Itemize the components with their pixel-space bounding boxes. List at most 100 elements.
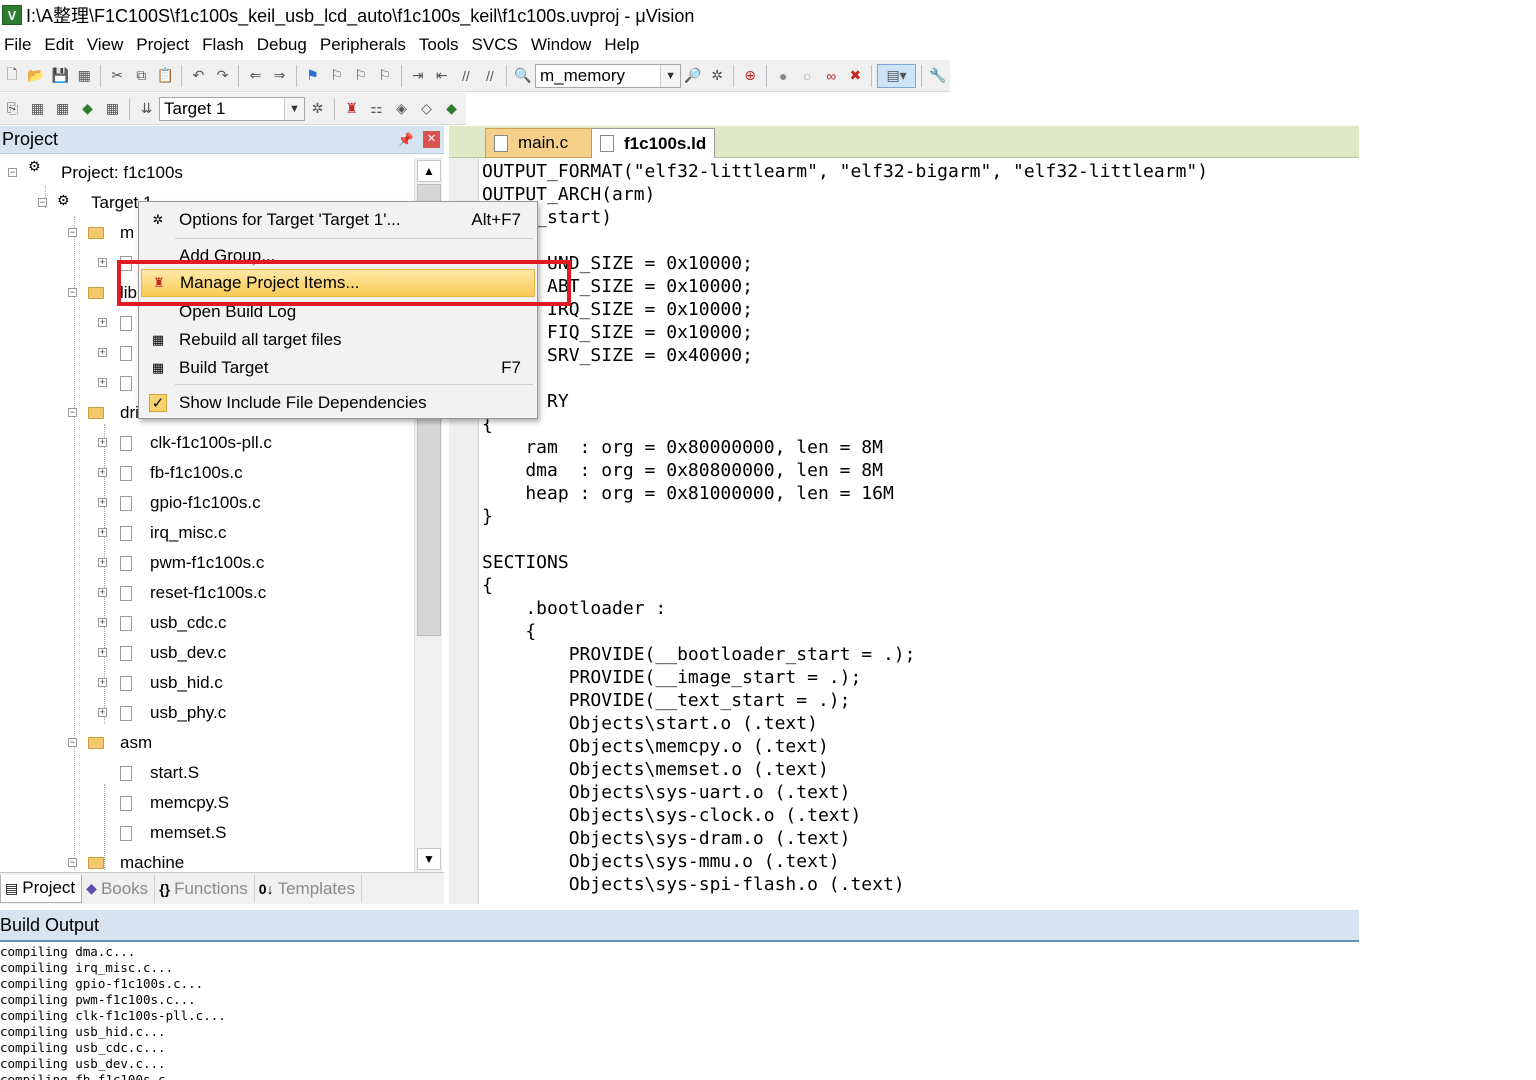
- collapse-icon[interactable]: −: [68, 738, 77, 747]
- find-combo[interactable]: m_memory ▼: [534, 63, 682, 88]
- tree-file[interactable]: memcpy.S: [98, 788, 229, 818]
- tab-project[interactable]: ▤ Project: [0, 874, 83, 903]
- tree-item-target[interactable]: − ⚙ Target 1: [38, 188, 152, 218]
- incremental-find-icon[interactable]: ✲: [706, 64, 728, 88]
- manage-runtime-icon[interactable]: ◆: [440, 97, 463, 121]
- expand-icon[interactable]: +: [98, 318, 107, 327]
- tree-file[interactable]: start.S: [98, 758, 199, 788]
- menu-svcs[interactable]: SVCS: [467, 35, 526, 55]
- tree-group[interactable]: − lib: [68, 278, 137, 308]
- expand-icon[interactable]: +: [98, 258, 107, 267]
- tree-group[interactable]: − asm: [68, 728, 152, 758]
- bookmark-icon[interactable]: ⚑: [302, 64, 324, 88]
- menu-file[interactable]: File: [0, 35, 39, 55]
- undo-icon[interactable]: ↶: [187, 64, 209, 88]
- open-file-icon[interactable]: 📂: [25, 64, 47, 88]
- tree-file[interactable]: + fb-f1c100s.c: [98, 458, 243, 488]
- tab-functions[interactable]: {} Functions: [155, 874, 255, 903]
- menu-project[interactable]: Project: [131, 35, 197, 55]
- cut-icon[interactable]: ✂: [106, 64, 128, 88]
- tree-item-project[interactable]: − ⚙ Project: f1c100s: [8, 158, 183, 188]
- tab-main-c[interactable]: main.c: [485, 128, 593, 158]
- chevron-down-icon[interactable]: ▼: [660, 64, 681, 87]
- tab-templates[interactable]: 0↓ Templates: [255, 874, 363, 903]
- menu-item-build-target[interactable]: ▦ Build Target F7: [141, 354, 535, 382]
- menu-peripherals[interactable]: Peripherals: [315, 35, 414, 55]
- find-in-files-icon[interactable]: 🔍: [512, 64, 534, 88]
- stop-build-icon[interactable]: ▦: [101, 97, 124, 121]
- target-options-icon[interactable]: ✲: [306, 97, 329, 121]
- collapse-icon[interactable]: −: [68, 408, 77, 417]
- build-output-log[interactable]: compiling dma.c... compiling irq_misc.c..…: [0, 942, 1359, 1080]
- pin-icon[interactable]: 📌: [398, 132, 414, 148]
- expand-icon[interactable]: +: [98, 528, 107, 537]
- save-icon[interactable]: 💾: [49, 64, 71, 88]
- breakpoint-disable-icon[interactable]: ∞: [820, 64, 842, 88]
- menu-item-open-build-log[interactable]: Open Build Log: [141, 298, 535, 326]
- breakpoint-insert-icon[interactable]: ●: [772, 64, 794, 88]
- tree-file[interactable]: + usb_cdc.c: [98, 608, 227, 638]
- tree-group[interactable]: − machine: [68, 848, 184, 872]
- menu-view[interactable]: View: [82, 35, 132, 55]
- expand-icon[interactable]: +: [98, 468, 107, 477]
- build-icon[interactable]: ▦: [26, 97, 49, 121]
- tree-file[interactable]: + usb_phy.c: [98, 698, 226, 728]
- paste-icon[interactable]: 📋: [154, 64, 176, 88]
- collapse-icon[interactable]: −: [68, 288, 77, 297]
- breakpoint-kill-icon[interactable]: ✖: [844, 64, 866, 88]
- window-layout-icon[interactable]: ▤▾: [877, 63, 916, 88]
- tree-file[interactable]: + gpio-f1c100s.c: [98, 488, 261, 518]
- tree-group[interactable]: − m: [68, 218, 134, 248]
- save-all-icon[interactable]: ▦: [73, 64, 95, 88]
- menu-item-manage-project-items[interactable]: ♜ Manage Project Items...: [141, 269, 535, 297]
- menu-item-show-include-deps[interactable]: ✓ Show Include File Dependencies: [141, 389, 535, 417]
- uncomment-icon[interactable]: //: [479, 64, 501, 88]
- tree-file[interactable]: + clk-f1c100s-pll.c: [98, 428, 272, 458]
- tree-group[interactable]: − dri: [68, 398, 139, 428]
- scroll-up-icon[interactable]: ▲: [417, 160, 441, 182]
- expand-icon[interactable]: +: [98, 558, 107, 567]
- chevron-down-icon[interactable]: ▼: [284, 97, 304, 120]
- expand-icon[interactable]: +: [98, 678, 107, 687]
- tree-file[interactable]: + pwm-f1c100s.c: [98, 548, 264, 578]
- expand-icon[interactable]: +: [98, 498, 107, 507]
- tree-file[interactable]: + reset-f1c100s.c: [98, 578, 266, 608]
- menu-help[interactable]: Help: [599, 35, 647, 55]
- select-packs-icon[interactable]: ◇: [415, 97, 438, 121]
- menu-window[interactable]: Window: [526, 35, 599, 55]
- expand-icon[interactable]: +: [98, 348, 107, 357]
- target-select[interactable]: Target 1 ▼: [159, 96, 305, 121]
- menu-debug[interactable]: Debug: [252, 35, 315, 55]
- collapse-icon[interactable]: −: [68, 228, 77, 237]
- collapse-icon[interactable]: −: [68, 858, 77, 867]
- batch-build-icon[interactable]: ◆: [76, 97, 99, 121]
- tree-file[interactable]: + usb_dev.c: [98, 638, 226, 668]
- nav-forward-icon[interactable]: ⇒: [268, 64, 290, 88]
- collapse-icon[interactable]: −: [38, 198, 47, 207]
- expand-icon[interactable]: +: [98, 618, 107, 627]
- pack-installer-icon[interactable]: ◈: [390, 97, 413, 121]
- nav-back-icon[interactable]: ⇐: [244, 64, 266, 88]
- rebuild-icon[interactable]: ▦: [51, 97, 74, 121]
- expand-icon[interactable]: +: [98, 438, 107, 447]
- indent-icon[interactable]: ⇥: [407, 64, 429, 88]
- find-icon[interactable]: 🔎: [682, 64, 704, 88]
- code-view[interactable]: OUTPUT_FORMAT("elf32-littlearm", "elf32-…: [482, 160, 1357, 904]
- breakpoint-enable-icon[interactable]: ○: [796, 64, 818, 88]
- debug-start-icon[interactable]: ⊕: [739, 64, 761, 88]
- translate-icon[interactable]: ⎘: [1, 97, 24, 121]
- manage-project-items-icon[interactable]: ♜: [340, 97, 363, 121]
- expand-icon[interactable]: +: [98, 378, 107, 387]
- menu-item-add-group[interactable]: Add Group...: [141, 242, 535, 270]
- menu-edit[interactable]: Edit: [39, 35, 81, 55]
- comment-icon[interactable]: //: [455, 64, 477, 88]
- tab-books[interactable]: ◆ Books: [82, 874, 156, 903]
- download-icon[interactable]: ⇊: [135, 97, 158, 121]
- collapse-icon[interactable]: −: [8, 168, 17, 177]
- tree-file[interactable]: memset.S: [98, 818, 227, 848]
- clear-bookmarks-icon[interactable]: ⚐: [374, 64, 396, 88]
- next-bookmark-icon[interactable]: ⚐: [350, 64, 372, 88]
- menu-tools[interactable]: Tools: [414, 35, 467, 55]
- configure-wrench-icon[interactable]: 🔧: [927, 64, 949, 88]
- expand-icon[interactable]: +: [98, 648, 107, 657]
